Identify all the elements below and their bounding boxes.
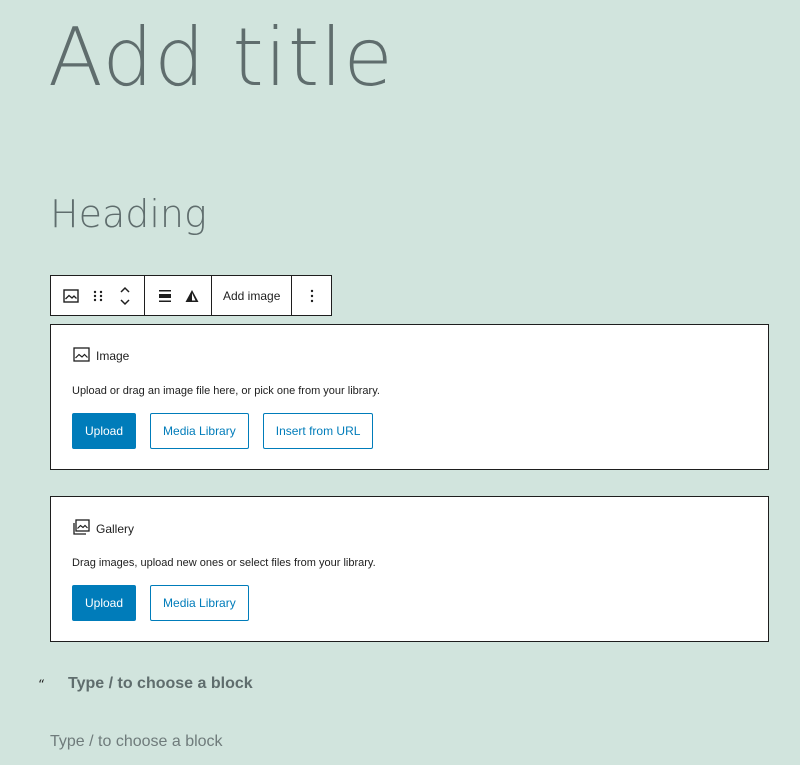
- image-block-buttons: Upload Media Library Insert from URL: [72, 413, 374, 449]
- image-block-title: Image: [96, 349, 130, 363]
- toolbar-group-more: [292, 276, 331, 315]
- image-block-label: Image: [73, 347, 129, 365]
- add-image-button[interactable]: Add image: [218, 276, 285, 315]
- gallery-icon: [73, 519, 90, 538]
- image-block-instructions: Upload or drag an image file here, or pi…: [72, 385, 380, 397]
- gallery-block-title: Gallery: [96, 521, 135, 536]
- image-block-placeholder: Image Upload or drag an image file here,…: [50, 324, 769, 470]
- toolbar-group-add-image: Add image: [212, 276, 293, 315]
- quote-block-placeholder[interactable]: Type / to choose a block: [68, 675, 253, 693]
- toolbar-group-block: [51, 276, 145, 315]
- upload-button[interactable]: Upload: [72, 413, 137, 449]
- heading-block[interactable]: Heading: [50, 188, 207, 240]
- image-icon: [73, 347, 90, 365]
- drag-handle-icon[interactable]: [84, 276, 111, 315]
- insert-from-url-button[interactable]: Insert from URL: [262, 413, 374, 449]
- gallery-upload-button[interactable]: Upload: [72, 585, 137, 621]
- gallery-block-label: Gallery: [73, 519, 134, 538]
- warning-icon[interactable]: [178, 276, 205, 315]
- gallery-block-instructions: Drag images, upload new ones or select f…: [72, 557, 376, 569]
- gallery-media-library-button[interactable]: Media Library: [150, 585, 249, 621]
- gallery-block-placeholder: Gallery Drag images, upload new ones or …: [50, 496, 769, 642]
- image-icon[interactable]: [57, 276, 84, 315]
- paragraph-block-placeholder[interactable]: Type / to choose a block: [50, 733, 223, 751]
- align-icon[interactable]: [151, 276, 178, 315]
- gallery-block-buttons: Upload Media Library: [72, 585, 249, 621]
- quote-icon: “: [38, 678, 45, 693]
- media-library-button[interactable]: Media Library: [150, 413, 249, 449]
- toolbar-group-align: [145, 276, 212, 315]
- move-up-down-icon[interactable]: [111, 276, 138, 315]
- more-options-icon[interactable]: [298, 276, 325, 315]
- block-toolbar: Add image: [50, 275, 333, 316]
- post-title[interactable]: Add title: [48, 6, 394, 110]
